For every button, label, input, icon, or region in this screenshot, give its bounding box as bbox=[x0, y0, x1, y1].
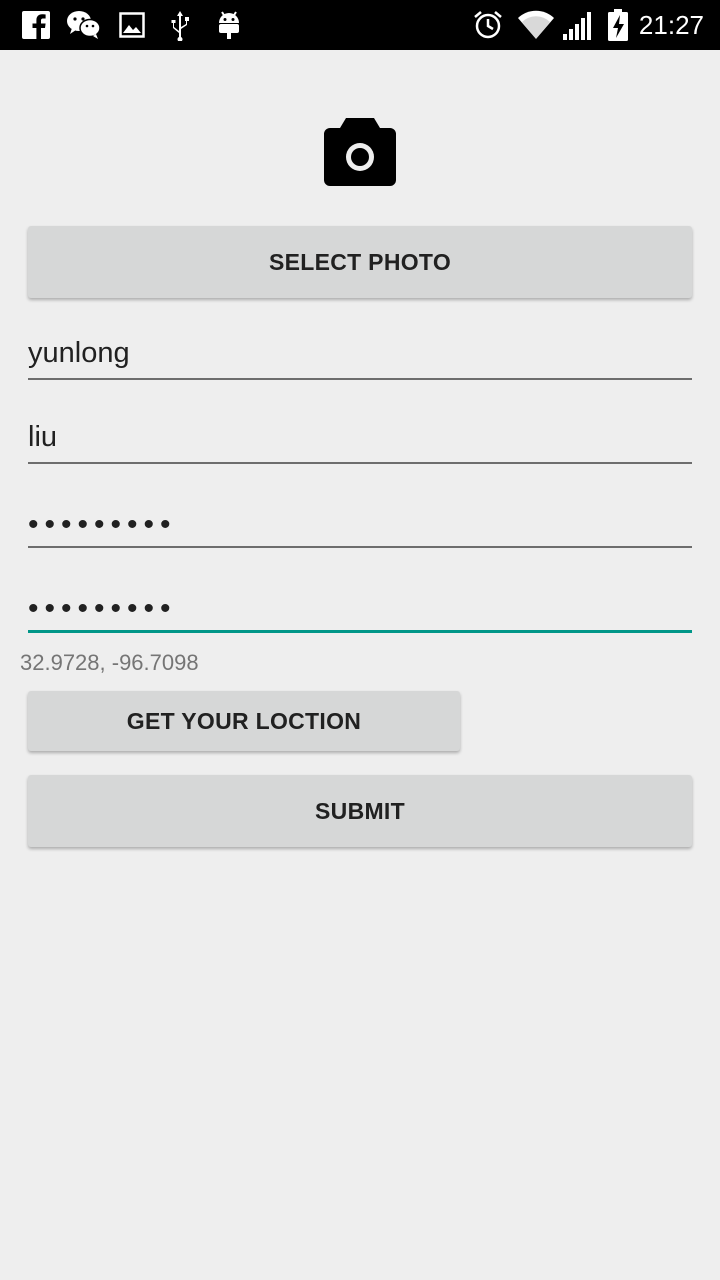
wifi-icon bbox=[516, 9, 556, 41]
first-name-value: yunlong bbox=[28, 337, 130, 369]
clock-time: 21:27 bbox=[638, 10, 704, 40]
password-value: ••••••••• bbox=[28, 508, 177, 541]
select-photo-button[interactable]: SELECT PHOTO bbox=[28, 226, 692, 298]
signal-icon bbox=[560, 9, 596, 41]
image-icon bbox=[118, 9, 146, 41]
usb-icon bbox=[166, 9, 194, 41]
android-icon bbox=[214, 9, 244, 41]
confirm-password-field[interactable]: ••••••••• bbox=[28, 570, 692, 633]
password-field[interactable]: ••••••••• bbox=[28, 486, 692, 548]
first-name-field[interactable]: yunlong bbox=[28, 318, 692, 380]
facebook-icon bbox=[20, 9, 52, 41]
status-bar: 21:27 bbox=[0, 0, 720, 50]
confirm-password-value: ••••••••• bbox=[28, 592, 177, 625]
location-coordinates: 32.9728, -96.7098 bbox=[20, 650, 199, 675]
last-name-field[interactable]: liu bbox=[28, 402, 692, 464]
battery-charging-icon bbox=[604, 9, 632, 41]
camera-icon[interactable] bbox=[322, 116, 398, 188]
wechat-icon bbox=[66, 9, 102, 41]
get-location-button[interactable]: GET YOUR LOCTION bbox=[28, 691, 460, 751]
last-name-value: liu bbox=[28, 421, 58, 453]
submit-button[interactable]: SUBMIT bbox=[28, 775, 692, 847]
alarm-icon bbox=[472, 9, 504, 41]
